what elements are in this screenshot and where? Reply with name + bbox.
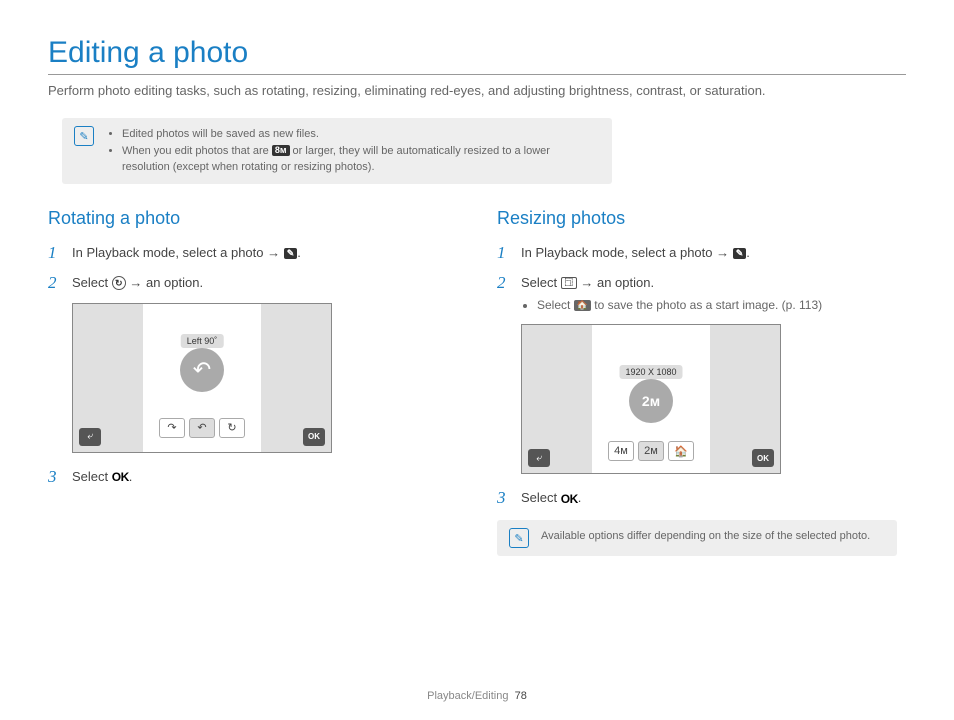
- step-number: 2: [48, 273, 62, 293]
- size-8m-icon: 8ᴍ: [272, 145, 290, 156]
- resize-button-row: 4ᴍ 2ᴍ 🏠: [608, 441, 694, 461]
- step-number: 3: [48, 467, 62, 487]
- ok-button[interactable]: OK: [303, 428, 325, 446]
- resizing-heading: Resizing photos: [497, 208, 906, 229]
- rotate-180-button[interactable]: ↻: [219, 418, 245, 438]
- resize-option-label: 1920 X 1080: [619, 365, 682, 379]
- note-item-1: Edited photos will be saved as new files…: [122, 126, 600, 143]
- rotate-right-button[interactable]: ↷: [159, 418, 185, 438]
- note-icon: [509, 528, 529, 548]
- size-2m-button[interactable]: 2ᴍ: [638, 441, 664, 461]
- intro-text: Perform photo editing tasks, such as rot…: [48, 83, 906, 98]
- rotate-button-row: ↷ ↶ ↻: [159, 418, 245, 438]
- resizing-section: Resizing photos 1 In Playback mode, sele…: [497, 208, 906, 557]
- page-title: Editing a photo: [48, 36, 906, 70]
- step-number: 1: [497, 243, 511, 263]
- rotate-left-button[interactable]: ↶: [189, 418, 215, 438]
- step-number: 3: [497, 488, 511, 508]
- title-rule: [48, 74, 906, 75]
- step-3-text: Select OK.: [72, 467, 457, 487]
- edit-mode-icon: ✎: [733, 248, 747, 259]
- step-1-text: In Playback mode, select a photo → ✎.: [72, 243, 457, 263]
- start-image-button[interactable]: 🏠: [668, 441, 694, 461]
- step-number: 1: [48, 243, 62, 263]
- page-footer: Playback/Editing 78: [0, 690, 954, 702]
- ok-text-icon: OK: [561, 493, 578, 505]
- step-3-text: Select OK.: [521, 488, 906, 508]
- edit-mode-icon: ✎: [284, 248, 298, 259]
- size-4m-button[interactable]: 4ᴍ: [608, 441, 634, 461]
- step-2-text: Select ⿹ → an option. Select 🏠 to save t…: [521, 273, 906, 315]
- rotate-preview-circle: [180, 348, 224, 392]
- rotate-screenshot: Left 90˚ ↷ ↶ ↻ OK: [72, 303, 332, 453]
- rotate-icon: ↻: [112, 276, 126, 290]
- rotating-heading: Rotating a photo: [48, 208, 457, 229]
- ok-button[interactable]: OK: [752, 449, 774, 467]
- back-button[interactable]: [79, 428, 101, 446]
- resize-icon: ⿹: [561, 277, 577, 289]
- ok-text-icon: OK: [112, 471, 129, 483]
- note-item-2: When you edit photos that are 8ᴍ or larg…: [122, 143, 600, 176]
- start-image-icon: 🏠: [574, 300, 591, 311]
- step-2-text: Select ↻ → an option.: [72, 273, 457, 293]
- note-box-bottom: Available options differ depending on th…: [497, 520, 897, 556]
- step-2-bullet: Select 🏠 to save the photo as a start im…: [537, 296, 906, 314]
- back-button[interactable]: [528, 449, 550, 467]
- step-number: 2: [497, 273, 511, 293]
- rotate-option-label: Left 90˚: [181, 334, 224, 348]
- note-icon: [74, 126, 94, 146]
- step-1-text: In Playback mode, select a photo → ✎.: [521, 243, 906, 263]
- resize-screenshot: 1920 X 1080 4ᴍ 2ᴍ 🏠 OK: [521, 324, 781, 474]
- note-bottom-text: Available options differ depending on th…: [541, 528, 870, 542]
- note-box-top: Edited photos will be saved as new files…: [62, 118, 612, 184]
- rotating-section: Rotating a photo 1 In Playback mode, sel…: [48, 208, 457, 557]
- resize-preview-circle: [629, 379, 673, 423]
